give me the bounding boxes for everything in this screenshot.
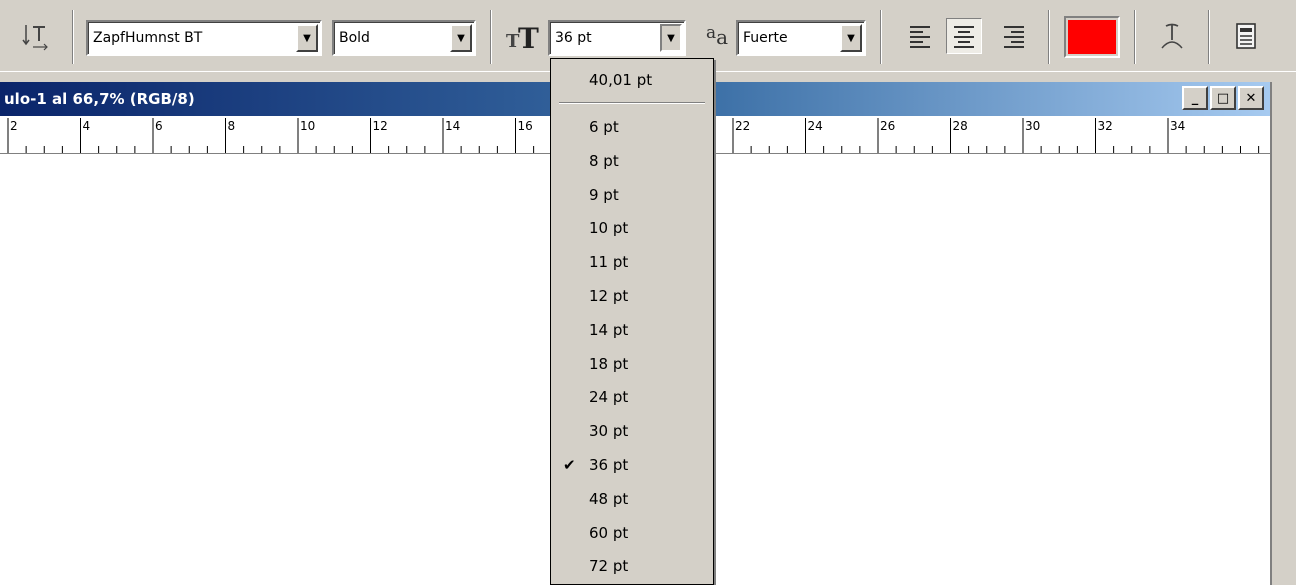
window-controls: _ □ ✕: [1182, 86, 1264, 110]
warp-text-button[interactable]: [1152, 14, 1192, 58]
dropdown-separator: [559, 102, 705, 104]
toolbar-separator: [490, 10, 492, 64]
text-color-swatch[interactable]: [1064, 16, 1120, 58]
dropdown-item-size[interactable]: 72 pt: [551, 549, 713, 583]
toolbar-separator: [1208, 10, 1210, 64]
text-orientation-button[interactable]: [18, 14, 54, 58]
ruler-label: 34: [1170, 119, 1185, 133]
dropdown-item-label: 72 pt: [589, 557, 629, 576]
dropdown-item-size[interactable]: 48 pt: [551, 482, 713, 516]
palettes-icon: [1236, 23, 1256, 49]
dropdown-item-label: 30 pt: [589, 422, 629, 441]
dropdown-item-label: 12 pt: [589, 287, 629, 305]
minimize-icon: _: [1191, 90, 1199, 106]
dropdown-item-size[interactable]: 8 pt: [551, 144, 713, 178]
checkmark-icon: ✔: [563, 456, 576, 474]
maximize-button[interactable]: □: [1210, 86, 1236, 110]
dropdown-item-label: 8 pt: [589, 151, 619, 170]
ruler-label: 10: [300, 119, 315, 133]
ruler-label: 4: [83, 119, 91, 133]
ruler-label: 30: [1025, 119, 1040, 133]
dropdown-item-label: 36 pt: [589, 456, 629, 474]
toolbar-separator: [1048, 10, 1050, 64]
close-icon: ✕: [1245, 90, 1257, 106]
dropdown-item-label: 24 pt: [589, 388, 629, 407]
dropdown-item-size[interactable]: 18 pt: [551, 347, 713, 381]
document-title: ulo-1 al 66,7% (RGB/8): [4, 90, 195, 108]
warp-text-icon: [1161, 23, 1183, 49]
text-color-fill: [1068, 20, 1116, 54]
chevron-down-icon[interactable]: ▼: [450, 24, 472, 52]
dropdown-item-size[interactable]: 24 pt: [551, 380, 713, 414]
maximize-icon: □: [1216, 90, 1230, 106]
align-center-icon: [954, 26, 974, 48]
align-center-button[interactable]: [946, 18, 982, 54]
dropdown-item-label: 9 pt: [589, 185, 619, 204]
toolbar-separator: [1134, 10, 1136, 64]
font-size-label: T T: [502, 14, 546, 58]
toolbar-separator: [72, 10, 74, 64]
dropdown-item-recent-size[interactable]: 40,01 pt: [551, 63, 713, 97]
dropdown-item-label: 14 pt: [589, 320, 629, 339]
ruler-label: 22: [735, 119, 750, 133]
minimize-button[interactable]: _: [1182, 86, 1208, 110]
chevron-down-icon[interactable]: ▼: [660, 24, 682, 52]
ruler-label: 28: [953, 119, 968, 133]
dropdown-item-size[interactable]: 14 pt: [551, 313, 713, 347]
dropdown-item-label: 60 pt: [589, 523, 629, 542]
dropdown-item-size[interactable]: ✔ 36 pt: [551, 448, 713, 482]
ruler-label: 32: [1098, 119, 1113, 133]
dropdown-item-size[interactable]: 30 pt: [551, 414, 713, 448]
align-left-button[interactable]: [902, 18, 938, 54]
font-size-value: 36 pt: [555, 30, 592, 46]
window-right-edge: [1270, 82, 1296, 585]
dropdown-item-size[interactable]: 12 pt: [551, 279, 713, 313]
ruler-label: 24: [808, 119, 823, 133]
anti-alias-select[interactable]: Fuerte ▼: [736, 20, 866, 56]
dropdown-item-label: 6 pt: [589, 118, 619, 136]
ruler-label: 6: [155, 119, 163, 133]
ruler-label: 2: [10, 119, 18, 133]
font-size-select[interactable]: 36 pt ▼: [548, 20, 686, 56]
align-right-button[interactable]: [996, 18, 1032, 54]
dropdown-item-label: 10 pt: [589, 219, 629, 238]
anti-alias-glyph-small: a: [705, 23, 717, 43]
palettes-button[interactable]: [1226, 14, 1266, 58]
ruler-label: 26: [880, 119, 895, 133]
dropdown-item-size[interactable]: 6 pt: [551, 110, 713, 144]
ruler-label: 14: [445, 119, 460, 133]
ruler-label: 16: [518, 119, 533, 133]
align-right-icon: [1004, 26, 1024, 48]
anti-alias-label: aa: [696, 14, 738, 58]
font-family-select[interactable]: ZapfHumnst BT ▼: [86, 20, 322, 56]
anti-alias-value: Fuerte: [743, 30, 788, 46]
chevron-down-icon[interactable]: ▼: [296, 24, 318, 52]
close-button[interactable]: ✕: [1238, 86, 1264, 110]
anti-alias-glyph: a: [716, 25, 729, 49]
ruler-label: 8: [228, 119, 236, 133]
dropdown-item-size[interactable]: 10 pt: [551, 211, 713, 245]
align-left-icon: [910, 26, 930, 48]
dropdown-item-label: 48 pt: [589, 489, 629, 508]
font-style-select[interactable]: Bold ▼: [332, 20, 476, 56]
dropdown-item-size[interactable]: 9 pt: [551, 178, 713, 212]
dropdown-item-size[interactable]: 60 pt: [551, 516, 713, 550]
text-orientation-icon: [22, 25, 48, 51]
chevron-down-icon[interactable]: ▼: [840, 24, 862, 52]
dropdown-item-label: 11 pt: [589, 253, 629, 272]
dropdown-item-size[interactable]: 11 pt: [551, 245, 713, 279]
anti-alias-icon: aa: [706, 23, 728, 49]
font-size-dropdown: 40,01 pt 6 pt 8 pt 9 pt 10 pt 11 pt 12 pt 14 pt…: [550, 58, 714, 585]
toolbar-separator: [880, 10, 882, 64]
dropdown-item-label: 18 pt: [589, 354, 629, 373]
font-style-value: Bold: [339, 30, 370, 46]
font-size-icon: T T: [506, 22, 539, 52]
font-family-value: ZapfHumnst BT: [93, 30, 203, 46]
ruler-label: 12: [373, 119, 388, 133]
svg-text:T: T: [518, 22, 539, 52]
